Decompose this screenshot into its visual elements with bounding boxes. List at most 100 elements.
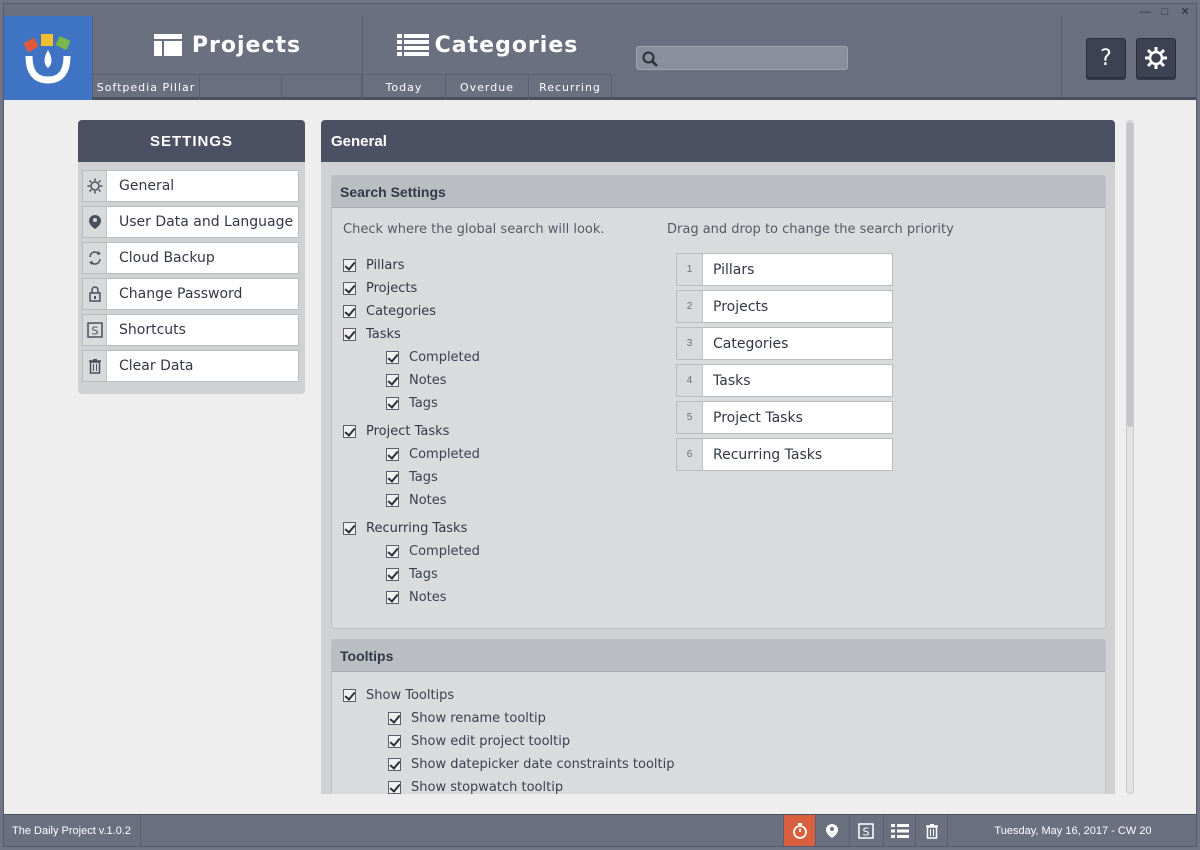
checkbox[interactable] <box>386 591 399 604</box>
trash-icon <box>925 824 938 839</box>
subtab-recurring[interactable]: Recurring <box>529 75 612 100</box>
check-tasks-notes[interactable]: Notes <box>386 373 447 388</box>
priority-number: 5 <box>677 402 703 433</box>
projects-tab[interactable]: Projects <box>93 16 362 74</box>
check-stopwatch-tooltip[interactable]: Show stopwatch tooltip <box>388 780 563 794</box>
sidebar-item-clear-data[interactable]: Clear Data <box>82 350 299 382</box>
check-tasks-tags[interactable]: Tags <box>386 396 438 411</box>
check-tasks-completed[interactable]: Completed <box>386 350 480 365</box>
check-recurring-notes[interactable]: Notes <box>386 590 447 605</box>
check-label: Completed <box>409 447 480 462</box>
priority-label: Categories <box>713 335 789 352</box>
subtab-today[interactable]: Today <box>363 75 446 100</box>
checkbox[interactable] <box>343 328 356 341</box>
priority-label: Recurring Tasks <box>713 446 823 463</box>
check-recurring-tags[interactable]: Tags <box>386 567 438 582</box>
checkbox[interactable] <box>386 494 399 507</box>
priority-label: Projects <box>713 298 769 315</box>
sidebar-item-general[interactable]: General <box>82 170 299 202</box>
priority-number: 3 <box>677 328 703 359</box>
search-check-description: Check where the global search will look. <box>343 222 605 237</box>
check-pillars[interactable]: Pillars <box>343 258 404 273</box>
subtab-pillar[interactable]: Softpedia Pillar <box>93 75 200 100</box>
checkbox[interactable] <box>386 568 399 581</box>
check-recurring-completed[interactable]: Completed <box>386 544 480 559</box>
search-box <box>636 46 848 70</box>
sidebar-title: SETTINGS <box>78 120 305 162</box>
checkbox[interactable] <box>386 374 399 387</box>
categories-tab[interactable]: Categories <box>363 16 612 74</box>
checkbox[interactable] <box>388 758 401 771</box>
priority-item-projects[interactable]: 2 Projects <box>676 290 893 323</box>
sync-icon <box>83 243 107 273</box>
list-button[interactable] <box>883 815 915 846</box>
close-icon[interactable]: ✕ <box>1178 6 1192 18</box>
priority-label: Tasks <box>713 372 751 389</box>
stopwatch-icon <box>792 823 807 839</box>
checkbox[interactable] <box>343 282 356 295</box>
check-project-tasks[interactable]: Project Tasks <box>343 424 449 439</box>
checkbox[interactable] <box>343 689 356 702</box>
scrollbar-thumb[interactable] <box>1127 122 1133 427</box>
checkbox[interactable] <box>343 522 356 535</box>
checkbox[interactable] <box>343 259 356 272</box>
search-icon <box>642 51 658 67</box>
app-logo[interactable] <box>4 16 92 100</box>
trash-button[interactable] <box>915 815 947 846</box>
user-button[interactable] <box>815 815 847 846</box>
header-separator <box>1061 16 1062 97</box>
settings-content: Search Settings Check where the global s… <box>321 162 1115 794</box>
help-button[interactable]: ? <box>1086 38 1126 78</box>
check-rename-tooltip[interactable]: Show rename tooltip <box>388 711 546 726</box>
priority-item-project-tasks[interactable]: 5 Project Tasks <box>676 401 893 434</box>
check-project-tasks-tags[interactable]: Tags <box>386 470 438 485</box>
checkbox[interactable] <box>386 351 399 364</box>
sidebar-item-shortcuts[interactable]: S Shortcuts <box>82 314 299 346</box>
maximize-icon[interactable]: □ <box>1158 6 1172 18</box>
check-edit-project-tooltip[interactable]: Show edit project tooltip <box>388 734 570 749</box>
priority-item-pillars[interactable]: 1 Pillars <box>676 253 893 286</box>
check-label: Notes <box>409 493 447 508</box>
check-project-tasks-completed[interactable]: Completed <box>386 447 480 462</box>
check-datepicker-tooltip[interactable]: Show datepicker date constraints tooltip <box>388 757 674 772</box>
stopwatch-button[interactable] <box>783 815 815 846</box>
sidebar-item-label: Clear Data <box>119 358 194 374</box>
subtab-empty-1[interactable] <box>200 75 282 100</box>
checkbox[interactable] <box>386 545 399 558</box>
check-label: Projects <box>366 281 418 296</box>
minimize-icon[interactable]: — <box>1138 6 1152 18</box>
sidebar-item-change-password[interactable]: Change Password <box>82 278 299 310</box>
settings-button[interactable] <box>1136 38 1176 78</box>
section-title: Search Settings <box>332 176 1105 208</box>
check-project-tasks-notes[interactable]: Notes <box>386 493 447 508</box>
subtab-empty-2[interactable] <box>282 75 362 100</box>
check-show-tooltips[interactable]: Show Tooltips <box>343 688 454 703</box>
check-projects[interactable]: Projects <box>343 281 417 296</box>
check-tasks[interactable]: Tasks <box>343 327 401 342</box>
checkbox[interactable] <box>388 781 401 794</box>
checkbox[interactable] <box>386 471 399 484</box>
check-label: Pillars <box>366 258 405 273</box>
checkbox[interactable] <box>386 448 399 461</box>
sidebar-item-cloud-backup[interactable]: Cloud Backup <box>82 242 299 274</box>
checkbox[interactable] <box>388 735 401 748</box>
app-version: The Daily Project v.1.0.2 <box>4 815 141 846</box>
priority-item-categories[interactable]: 3 Categories <box>676 327 893 360</box>
checkbox[interactable] <box>386 397 399 410</box>
check-label: Recurring Tasks <box>366 521 468 536</box>
checkbox[interactable] <box>343 305 356 318</box>
checkbox[interactable] <box>388 712 401 725</box>
window-controls: — □ ✕ <box>1138 6 1192 18</box>
check-categories[interactable]: Categories <box>343 304 436 319</box>
checkbox[interactable] <box>343 425 356 438</box>
priority-item-tasks[interactable]: 4 Tasks <box>676 364 893 397</box>
search-input[interactable] <box>663 49 843 67</box>
sidebar-item-user-data[interactable]: User Data and Language <box>82 206 299 238</box>
subtab-overdue[interactable]: Overdue <box>446 75 529 100</box>
priority-item-recurring-tasks[interactable]: 6 Recurring Tasks <box>676 438 893 471</box>
shortcuts-button[interactable]: S <box>849 815 881 846</box>
svg-text:S: S <box>91 325 98 338</box>
check-recurring-tasks[interactable]: Recurring Tasks <box>343 521 467 536</box>
categories-nav: Categories Today Overdue Recurring <box>362 16 612 100</box>
priority-number: 1 <box>677 254 703 285</box>
